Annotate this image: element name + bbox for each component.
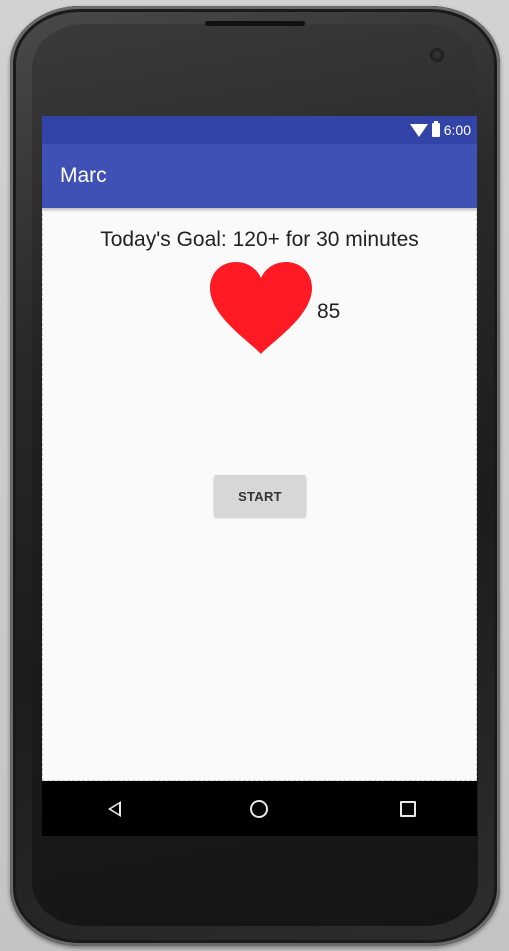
recents-button[interactable] [394, 795, 422, 823]
heart-shape [210, 262, 312, 354]
heart-icon [210, 262, 312, 354]
home-button[interactable] [245, 795, 273, 823]
status-time: 6:00 [443, 122, 471, 138]
speaker-grille [205, 21, 305, 26]
recents-icon [400, 801, 416, 817]
device-frame-background: 6:00 Marc Today's Goal: 120+ for 30 minu… [0, 0, 509, 951]
goal-text: Today's Goal: 120+ for 30 minutes [100, 228, 419, 251]
back-button[interactable] [100, 795, 128, 823]
front-camera [430, 48, 444, 62]
app-toolbar: Marc [42, 144, 477, 208]
start-button[interactable]: START [214, 475, 306, 517]
main-content: Today's Goal: 120+ for 30 minutes 85 STA… [42, 208, 477, 781]
navigation-bar [42, 781, 477, 836]
battery-icon [431, 121, 440, 137]
status-icons: 6:00 [409, 121, 471, 138]
device-screen: 6:00 Marc Today's Goal: 120+ for 30 minu… [42, 116, 477, 836]
heart-rate-value: 85 [317, 300, 341, 323]
home-icon [250, 800, 268, 818]
wifi-icon [409, 123, 428, 137]
status-bar: 6:00 [42, 116, 477, 144]
back-icon [107, 801, 121, 817]
app-title: Marc [60, 164, 107, 187]
